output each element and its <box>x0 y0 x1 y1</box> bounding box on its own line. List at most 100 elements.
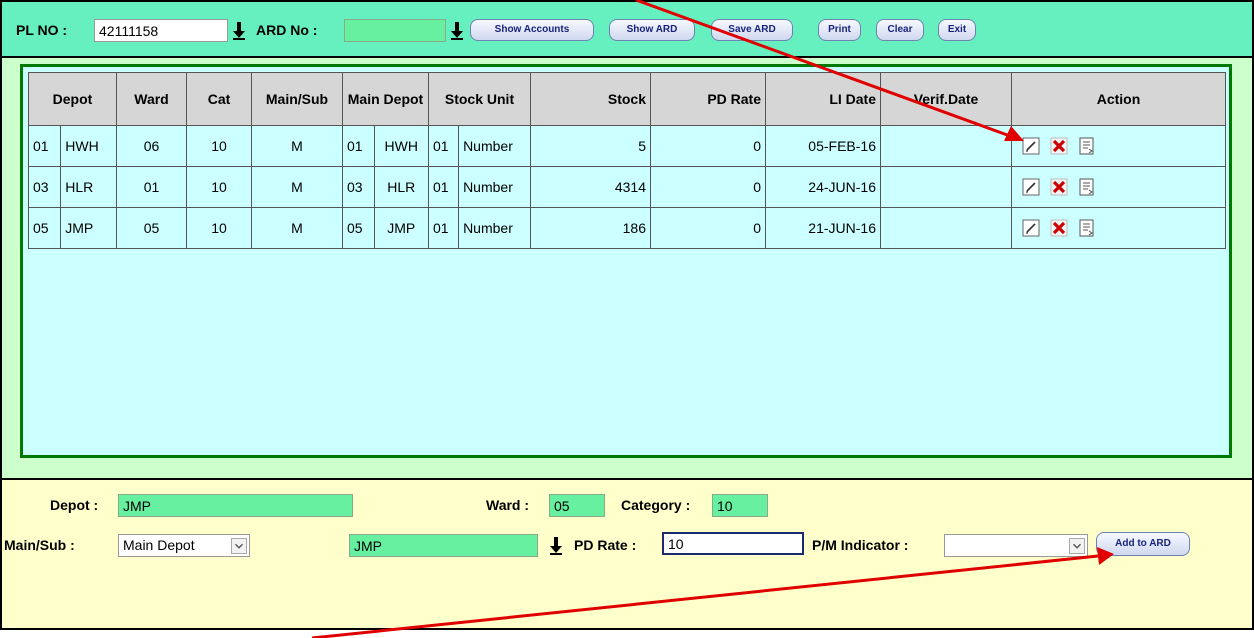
header-cat: Cat <box>186 72 252 126</box>
details-icon[interactable] <box>1078 219 1096 237</box>
details-icon[interactable] <box>1078 178 1096 196</box>
ward-cell: 01 <box>116 166 187 208</box>
unit-code-cell: 01 <box>427 125 460 167</box>
verif-date-cell <box>880 207 1012 249</box>
table-header-row: Depot Ward Cat Main/Sub Main Depot Stock… <box>28 72 1226 126</box>
unit-name-cell: Number <box>458 125 531 167</box>
table-row: 05 JMP 05 10 M 05 JMP 01 Number 186 0 21-JUN-16 <box>27 207 1226 249</box>
header-main-sub: Main/Sub <box>251 72 343 126</box>
main-sub-select-value: Main Depot <box>123 537 195 553</box>
exit-button[interactable]: Exit <box>938 19 976 41</box>
header-main-depot: Main Depot <box>342 72 429 126</box>
header-li-date: LI Date <box>765 72 881 126</box>
accounts-table: Depot Ward Cat Main/Sub Main Depot Stock… <box>27 72 1226 249</box>
show-ard-button[interactable]: Show ARD <box>609 19 695 41</box>
ward-cell: 06 <box>116 125 187 167</box>
chevron-down-icon <box>231 538 247 554</box>
main-sub-label: Main/Sub : <box>4 537 75 553</box>
action-cell <box>1011 207 1226 249</box>
main-depot-field[interactable] <box>349 534 538 557</box>
main-depot-name-cell: HLR <box>373 166 430 208</box>
main-depot-lookup-icon[interactable] <box>549 536 563 556</box>
category-label: Category : <box>621 497 691 513</box>
cat-cell: 10 <box>186 166 252 208</box>
pl-no-label: PL NO : <box>16 22 68 38</box>
header-depot: Depot <box>28 72 117 126</box>
main-depot-name-cell: HWH <box>373 125 430 167</box>
depot-name-cell: HLR <box>60 166 117 208</box>
pd-rate-cell: 0 <box>650 207 766 249</box>
unit-name-cell: Number <box>458 166 531 208</box>
depot-code-cell: 05 <box>27 207 62 249</box>
li-date-cell: 24-JUN-16 <box>765 166 881 208</box>
ard-no-lookup-icon[interactable] <box>450 21 464 41</box>
top-toolbar: PL NO : ARD No : Show Accounts Show ARD … <box>0 0 1254 58</box>
table-row: 03 HLR 01 10 M 03 HLR 01 Number 4314 0 24-JUN-16 <box>27 166 1226 208</box>
accounts-grid-container: Depot Ward Cat Main/Sub Main Depot Stock… <box>20 64 1232 458</box>
delete-icon[interactable] <box>1050 178 1068 196</box>
header-action: Action <box>1011 72 1226 126</box>
pd-rate-label: PD Rate : <box>574 537 637 553</box>
main-depot-name-cell: JMP <box>373 207 430 249</box>
save-ard-button[interactable]: Save ARD <box>711 19 793 41</box>
print-button[interactable]: Print <box>818 19 861 41</box>
header-stock: Stock <box>530 72 651 126</box>
ward-field[interactable] <box>549 494 605 517</box>
li-date-cell: 21-JUN-16 <box>765 207 881 249</box>
unit-code-cell: 01 <box>427 207 460 249</box>
stock-cell: 4314 <box>530 166 651 208</box>
li-date-cell: 05-FEB-16 <box>765 125 881 167</box>
ard-no-input[interactable] <box>344 19 446 42</box>
depot-name-cell: JMP <box>60 207 117 249</box>
header-ward: Ward <box>116 72 187 126</box>
pd-rate-cell: 0 <box>650 166 766 208</box>
clear-button[interactable]: Clear <box>876 19 924 41</box>
ard-entry-form: Depot : Ward : Category : Main/Sub : Mai… <box>0 478 1254 630</box>
main-depot-code-cell: 01 <box>342 125 375 167</box>
action-cell <box>1011 166 1226 208</box>
depot-code-cell: 03 <box>27 166 62 208</box>
delete-icon[interactable] <box>1050 219 1068 237</box>
header-verif-date: Verif.Date <box>880 72 1012 126</box>
details-icon[interactable] <box>1078 137 1096 155</box>
verif-date-cell <box>880 125 1012 167</box>
cat-cell: 10 <box>186 207 252 249</box>
pd-rate-input[interactable] <box>662 532 804 555</box>
table-row: 01 HWH 06 10 M 01 HWH 01 Number 5 0 05-FEB-16 <box>27 125 1226 167</box>
depot-name-cell: HWH <box>60 125 117 167</box>
pl-no-input[interactable] <box>94 19 228 42</box>
depot-label: Depot : <box>50 497 99 513</box>
chevron-down-icon <box>1069 538 1085 554</box>
pl-no-lookup-icon[interactable] <box>232 21 246 41</box>
category-field[interactable] <box>712 494 768 517</box>
unit-name-cell: Number <box>458 207 531 249</box>
pm-indicator-select[interactable] <box>944 534 1088 557</box>
edit-icon[interactable] <box>1022 219 1040 237</box>
main-depot-code-cell: 05 <box>342 207 375 249</box>
pd-rate-cell: 0 <box>650 125 766 167</box>
stock-cell: 186 <box>530 207 651 249</box>
pm-indicator-label: P/M Indicator : <box>812 537 909 553</box>
unit-code-cell: 01 <box>427 166 460 208</box>
main-sub-select[interactable]: Main Depot <box>118 534 250 557</box>
edit-icon[interactable] <box>1022 178 1040 196</box>
main-sub-cell: M <box>251 125 343 167</box>
ward-cell: 05 <box>116 207 187 249</box>
add-to-ard-button[interactable]: Add to ARD <box>1096 532 1190 556</box>
main-sub-cell: M <box>251 207 343 249</box>
action-cell <box>1011 125 1226 167</box>
accounts-panel: Depot Ward Cat Main/Sub Main Depot Stock… <box>0 58 1254 478</box>
show-accounts-button[interactable]: Show Accounts <box>470 19 594 41</box>
delete-icon[interactable] <box>1050 137 1068 155</box>
edit-icon[interactable] <box>1022 137 1040 155</box>
main-sub-cell: M <box>251 166 343 208</box>
cat-cell: 10 <box>186 125 252 167</box>
depot-code-cell: 01 <box>27 125 62 167</box>
stock-cell: 5 <box>530 125 651 167</box>
ward-label: Ward : <box>486 497 530 513</box>
depot-field[interactable] <box>118 494 353 517</box>
ard-no-label: ARD No : <box>256 22 318 38</box>
header-pd-rate: PD Rate <box>650 72 766 126</box>
verif-date-cell <box>880 166 1012 208</box>
main-depot-code-cell: 03 <box>342 166 375 208</box>
